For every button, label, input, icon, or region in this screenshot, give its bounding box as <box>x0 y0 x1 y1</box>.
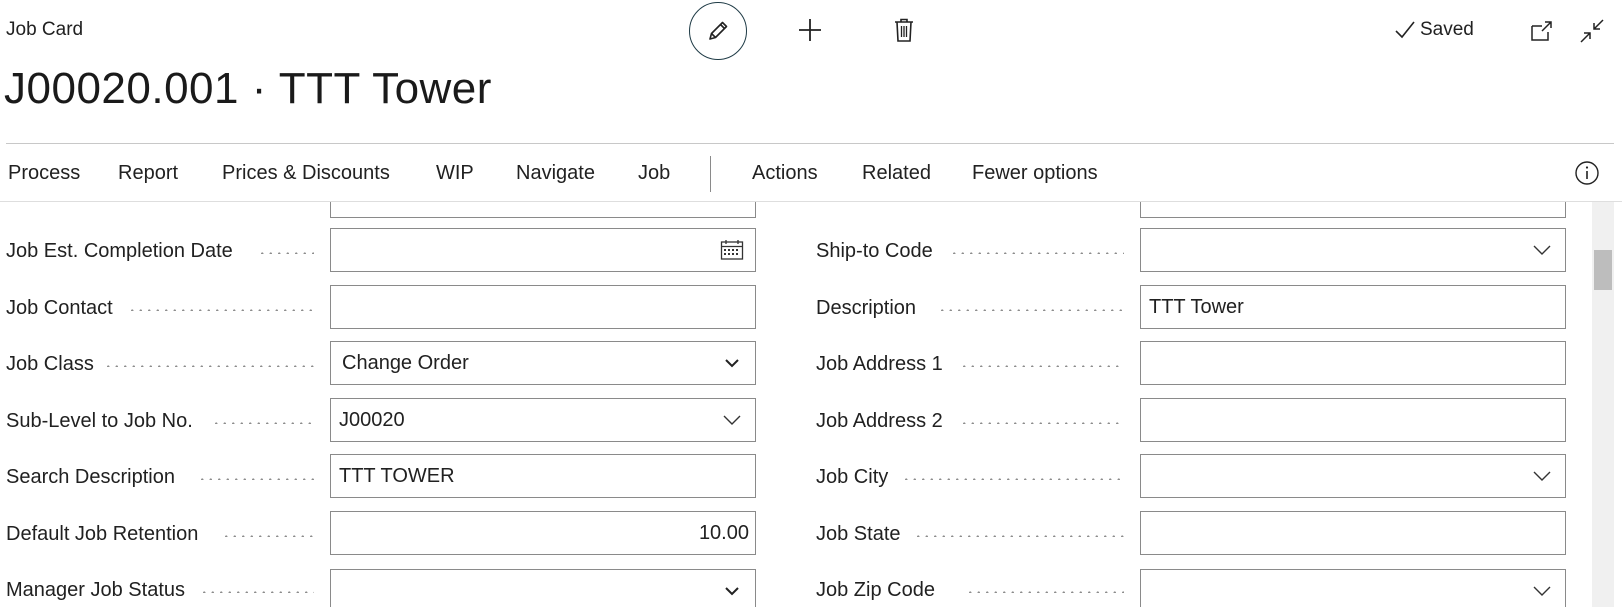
page-kind-label: Job Card <box>6 19 84 40</box>
info-button[interactable] <box>1574 160 1600 186</box>
ship-to-code-field[interactable] <box>1140 228 1566 272</box>
header-divider <box>6 143 1614 144</box>
label-job-state: Job State <box>816 523 901 545</box>
chevron-down-icon[interactable] <box>1527 461 1557 491</box>
action-related[interactable]: Related <box>862 162 931 185</box>
job-state-field[interactable] <box>1140 511 1566 555</box>
default-job-retention-field[interactable]: 10.00 <box>330 511 756 555</box>
chevron-down-icon[interactable] <box>1527 235 1557 265</box>
job-contact-field[interactable] <box>330 285 756 329</box>
label-search-description: Search Description <box>6 466 175 488</box>
chevron-down-icon[interactable] <box>717 405 747 435</box>
label-job-class: Job Class <box>6 353 94 375</box>
chevron-down-icon <box>717 576 747 606</box>
saved-label: Saved <box>1420 19 1474 40</box>
checkmark-icon <box>1395 21 1415 39</box>
label-leader-dots <box>914 535 1124 537</box>
description-field[interactable]: TTT Tower <box>1140 285 1566 329</box>
action-fewer-options[interactable]: Fewer options <box>972 162 1098 185</box>
action-actions[interactable]: Actions <box>752 162 818 185</box>
label-description: Description <box>816 297 917 319</box>
label-job-zip-code: Job Zip Code <box>816 579 935 601</box>
label-job-city: Job City <box>816 466 889 488</box>
plus-icon <box>799 19 821 41</box>
label-leader-dots <box>128 309 314 311</box>
action-process[interactable]: Process <box>8 162 80 185</box>
chevron-down-icon[interactable] <box>1527 576 1557 606</box>
pencil-icon <box>709 21 728 40</box>
label-leader-dots <box>222 535 314 537</box>
field-previous-left[interactable] <box>330 202 756 218</box>
field-previous-right[interactable] <box>1140 202 1566 218</box>
general-fast-tab: Job Est. Completion Date Job Contact Job… <box>0 202 1592 607</box>
collapse-icon <box>1580 19 1604 43</box>
action-report[interactable]: Report <box>118 162 178 185</box>
new-button[interactable] <box>792 12 828 48</box>
saved-status: Saved <box>1394 19 1474 41</box>
open-in-new-window-button[interactable] <box>1527 16 1557 46</box>
form-scrollbar-thumb[interactable] <box>1594 250 1612 290</box>
label-leader-dots <box>960 422 1124 424</box>
label-leader-dots <box>950 252 1124 254</box>
label-leader-dots <box>198 478 314 480</box>
job-est-completion-date-field[interactable] <box>330 228 756 272</box>
trash-icon <box>895 18 913 42</box>
job-zip-code-field[interactable] <box>1140 569 1566 607</box>
label-ship-to-code: Ship-to Code <box>816 240 933 262</box>
chevron-down-icon <box>717 348 747 378</box>
job-card-page: Job Card J00020.001 · TTT Tower Saved Pr… <box>0 0 1622 607</box>
label-job-est-completion-date: Job Est. Completion Date <box>6 240 233 262</box>
action-wip[interactable]: WIP <box>436 162 474 185</box>
delete-button[interactable] <box>886 12 922 48</box>
action-job[interactable]: Job <box>638 162 670 185</box>
job-city-field[interactable] <box>1140 454 1566 498</box>
job-address-1-field[interactable] <box>1140 341 1566 385</box>
label-leader-dots <box>258 252 314 254</box>
label-default-job-retention: Default Job Retention <box>6 523 199 545</box>
label-leader-dots <box>200 591 314 593</box>
label-leader-dots <box>966 591 1124 593</box>
label-leader-dots <box>938 309 1124 311</box>
action-bar: Process Report Prices & Discounts WIP Na… <box>0 146 1622 202</box>
label-job-address-1: Job Address 1 <box>816 353 943 375</box>
collapse-button[interactable] <box>1577 16 1607 46</box>
label-leader-dots <box>104 365 314 367</box>
label-leader-dots <box>212 422 314 424</box>
label-sub-level-to-job-no: Sub-Level to Job No. <box>6 410 193 432</box>
label-manager-job-status: Manager Job Status <box>6 579 185 601</box>
manager-job-status-select[interactable] <box>330 569 756 607</box>
search-description-field[interactable]: TTT TOWER <box>330 454 756 498</box>
edit-button[interactable] <box>689 2 747 60</box>
calendar-icon[interactable] <box>717 235 747 265</box>
label-leader-dots <box>902 478 1124 480</box>
action-navigate[interactable]: Navigate <box>516 162 595 185</box>
label-job-address-2: Job Address 2 <box>816 410 943 432</box>
job-class-select[interactable]: Change Order <box>330 341 756 385</box>
job-address-2-field[interactable] <box>1140 398 1566 442</box>
sub-level-to-job-no-field[interactable]: J00020 <box>330 398 756 442</box>
action-prices-discounts[interactable]: Prices & Discounts <box>222 162 390 185</box>
action-separator <box>710 156 711 192</box>
label-leader-dots <box>960 365 1124 367</box>
label-job-contact: Job Contact <box>6 297 113 319</box>
page-title: J00020.001 · TTT Tower <box>4 64 492 113</box>
open-new-window-icon <box>1531 21 1552 41</box>
info-icon <box>1575 161 1599 185</box>
